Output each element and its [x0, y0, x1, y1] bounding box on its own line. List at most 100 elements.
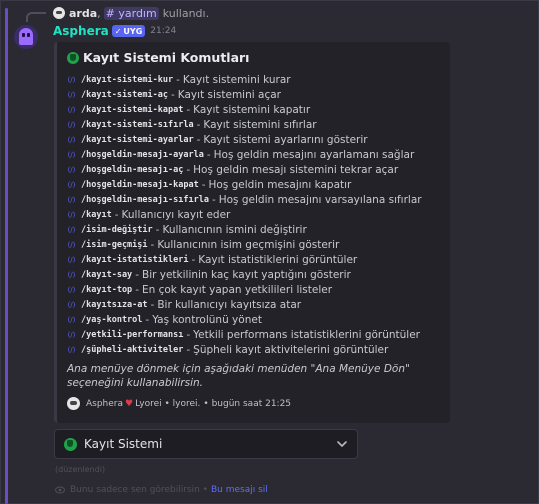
slash-command-icon: (/) [67, 181, 76, 189]
user-avatar-icon[interactable] [53, 7, 65, 19]
command-description: Hoş geldin mesajı sistemini tekrar açar [193, 164, 399, 176]
slash-command-icon: (/) [67, 331, 76, 339]
command-separator: - [201, 179, 206, 191]
command-name[interactable]: /kayıt-sistemi-ayarlar [81, 133, 194, 148]
command-name[interactable]: /kayıt-sistemi-aç [81, 88, 168, 103]
command-name[interactable]: /hoşgeldin-mesajı-aç [81, 163, 183, 178]
command-description: Kayıt istatistiklerini görüntüler [198, 254, 358, 266]
reply-username[interactable]: arda [69, 7, 97, 20]
command-name[interactable]: /yaş-kontrol [81, 313, 142, 328]
chevron-down-icon[interactable] [335, 437, 349, 451]
command-separator: - [191, 254, 196, 266]
command-separator: - [171, 89, 175, 101]
footer-time: • bugün saat 21:25 [203, 398, 292, 409]
command-description: Yaş kontrolünü yönet [152, 314, 262, 326]
slash-command-icon: (/) [67, 271, 76, 279]
slash-command-icon: (/) [67, 151, 76, 159]
slash-command-icon: (/) [67, 301, 76, 309]
eye-icon [55, 486, 65, 494]
reply-connector [26, 12, 46, 22]
command-name[interactable]: /isim-değiştir [81, 223, 153, 238]
command-description: Yetkili performans istatistiklerini görü… [193, 329, 421, 341]
embed-title: Kayıt Sistemi Komutları [83, 50, 250, 65]
command-name[interactable]: /kayıt [81, 208, 112, 223]
footer-name: Asphera [86, 398, 124, 409]
command-separator: - [196, 134, 201, 146]
author-name[interactable]: Asphera [53, 24, 109, 38]
command-name[interactable]: /kayıt-sistemi-kapat [81, 103, 183, 118]
command-separator: - [155, 224, 160, 236]
command-separator: - [145, 314, 150, 326]
command-separator: - [150, 239, 155, 251]
command-row: (/) /yetkili-performansı - Yetkili performa… [67, 328, 422, 343]
menu-select-dropdown[interactable]: Kayıt Sistemi [54, 429, 358, 459]
command-description: Kayıt sistemini kapatır [193, 104, 311, 116]
command-separator: - [211, 194, 216, 206]
command-description: Kayıt sistemi ayarlarını gösterir [203, 134, 368, 146]
slash-command-icon: (/) [67, 166, 76, 174]
command-row: (/) /kayıtsıza-at - Bir kullanıcıyı kayıtsı… [67, 298, 422, 313]
command-name[interactable]: /kayıt-say [81, 268, 132, 283]
reply-channel-mention[interactable]: # yardım [103, 6, 159, 20]
command-description: Kayıt sistemini sıfırlar [203, 119, 317, 131]
slash-command-icon: (/) [67, 196, 76, 204]
command-row: (/) /kayıt-top - En çok kayıt yapan yetkili… [67, 283, 422, 298]
command-row: (/) /isim-değiştir - Kullanıcının ismini de… [67, 223, 422, 238]
app-badge[interactable]: ✓ UYG [111, 25, 146, 37]
slash-command-icon: (/) [67, 286, 76, 294]
command-name[interactable]: /isim-geçmişi [81, 238, 148, 253]
command-separator: - [114, 209, 119, 221]
slash-command-icon: (/) [67, 226, 76, 234]
embed-title-row: Kayıt Sistemi Komutları [67, 50, 249, 65]
command-row: (/) /kayıt-sistemi-kur - Kayıt sistemini ku… [67, 73, 422, 88]
command-name[interactable]: /kayıt-istatistikleri [81, 253, 188, 268]
command-separator: - [186, 344, 191, 356]
dismiss-message-link[interactable]: Bu mesajı sil [211, 485, 268, 495]
slash-command-icon: (/) [67, 106, 76, 114]
footer-avatar-icon [67, 397, 80, 410]
command-row: (/) /kayıt-sistemi-sıfırla - Kayıt sistemin… [67, 118, 422, 133]
command-row: (/) /hoşgeldin-mesajı-ayarla - Hoş geldin m… [67, 148, 422, 163]
command-row: (/) /isim-geçmişi - Kullanıcının isim geçmi… [67, 238, 422, 253]
command-name[interactable]: /yetkili-performansı [81, 328, 183, 343]
footer-handle: Lyorei • lyorei. [135, 398, 201, 409]
ghost-icon [19, 28, 33, 45]
command-row: (/) /kayıt-istatistikleri - Kayıt istatisti… [67, 253, 422, 268]
slash-command-icon: (/) [67, 256, 76, 264]
slash-command-icon: (/) [67, 121, 76, 129]
command-description: Kullanıcının ismini değiştirir [162, 224, 307, 236]
command-name[interactable]: /kayıt-sistemi-kur [81, 73, 173, 88]
app-badge-label: UYG [123, 26, 143, 36]
slash-command-icon: (/) [67, 136, 76, 144]
command-description: Kayıt sistemini kurar [182, 74, 291, 86]
slash-command-icon: (/) [67, 316, 76, 324]
command-name[interactable]: /hoşgeldin-mesajı-ayarla [81, 148, 204, 163]
command-name[interactable]: /kayıt-sistemi-sıfırla [81, 118, 194, 133]
select-value: Kayıt Sistemi [84, 437, 163, 451]
command-separator: - [135, 284, 139, 296]
command-description: Bir kullanıcıyı kayıtsıza atar [157, 299, 302, 311]
message-timestamp[interactable]: 21:24 [150, 26, 176, 36]
checkmark-icon: ✓ [114, 26, 122, 36]
command-row: (/) /kayıt-sistemi-aç - Kayıt sistemini aça… [67, 88, 422, 103]
command-name[interactable]: /kayıt-top [81, 283, 132, 298]
command-name[interactable]: /kayıtsıza-at [81, 298, 148, 313]
command-separator: - [150, 299, 155, 311]
command-separator: - [186, 329, 191, 341]
ephemeral-text: Bunu sadece sen görebilirsin • [70, 485, 208, 495]
command-name[interactable]: /hoşgeldin-mesajı-kapat [81, 178, 199, 193]
edited-label: (düzenlendi) [55, 465, 106, 474]
embed-card: Kayıt Sistemi Komutları (/) /kayıt-sistem… [54, 42, 450, 423]
embed-footer: Asphera ♥ Lyorei • lyorei. • bugün saat … [67, 397, 291, 410]
command-name[interactable]: /hoşgeldin-mesajı-sıfırla [81, 193, 209, 208]
shield-icon [67, 51, 79, 64]
command-row: (/) /yaş-kontrol - Yaş kontrolünü yönet [67, 313, 422, 328]
slash-command-icon: (/) [67, 346, 76, 354]
reply-context[interactable]: arda, # yardım kullandı. [53, 6, 209, 20]
command-separator: - [206, 149, 211, 161]
command-description: Şüpheli kayıt aktivitelerini görüntüler [193, 344, 389, 356]
command-row: (/) /kayıt-say - Bir yetkilinin kaç kayıt y… [67, 268, 422, 283]
command-row: (/) /kayıt - Kullanıcıyı kayıt eder [67, 208, 422, 223]
bot-avatar[interactable] [14, 25, 38, 49]
command-name[interactable]: /şüpheli-aktiviteler [81, 343, 183, 358]
